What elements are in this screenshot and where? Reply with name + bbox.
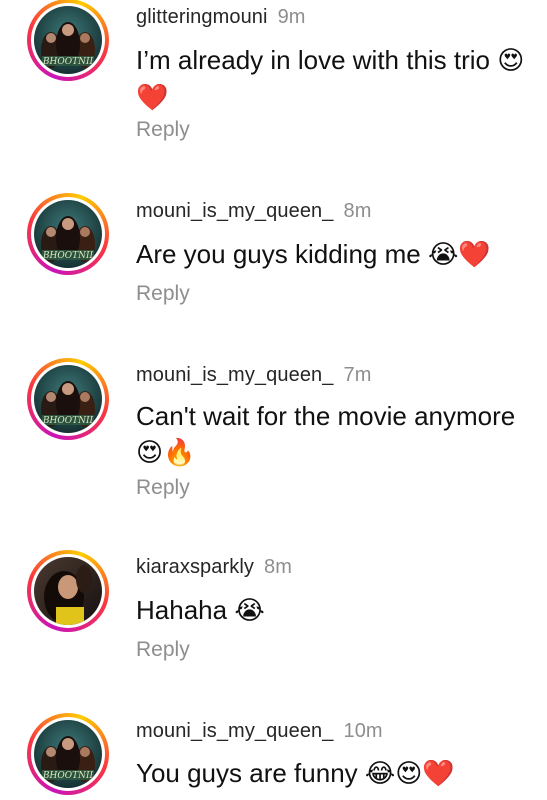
avatar-story-ring[interactable]: BHOOTNII [27, 713, 109, 795]
poster-avatar-image: BHOOTNII [34, 365, 102, 433]
reply-button[interactable]: Reply [136, 638, 190, 662]
comment-timestamp: 9m [277, 6, 306, 28]
avatar: BHOOTNII [34, 6, 102, 74]
avatar [34, 557, 102, 625]
comment-text: Are you guys kidding me 😭❤️ [136, 239, 491, 270]
comment-username[interactable]: mouni_is_my_queen_ [136, 364, 333, 386]
avatar: BHOOTNII [34, 365, 102, 433]
poster-avatar-image: BHOOTNII [34, 200, 102, 268]
avatar-story-ring[interactable]: BHOOTNII [27, 193, 109, 275]
comment-text: I’m already in love with this trio 😍 ❤️ [136, 45, 525, 113]
poster-title-text: BHOOTNII [42, 251, 94, 261]
avatar: BHOOTNII [34, 200, 102, 268]
avatar-story-ring[interactable]: BHOOTNII [27, 0, 109, 81]
reply-button[interactable]: Reply [136, 118, 190, 142]
comment-text: Hahaha 😭 [136, 595, 265, 626]
emoji-group: 😭 [234, 596, 265, 626]
poster-avatar-image: BHOOTNII [34, 720, 102, 788]
comment-text: You guys are funny 😂😍❤️ [136, 758, 455, 789]
comment-timestamp: 8m [264, 556, 292, 578]
poster-title-text: BHOOTNII [42, 771, 94, 781]
avatar-story-ring[interactable] [27, 550, 109, 632]
avatar-story-ring[interactable]: BHOOTNII [27, 358, 109, 440]
comment-timestamp: 7m [343, 364, 372, 386]
comment-username[interactable]: mouni_is_my_queen_ [136, 200, 333, 222]
poster-title-text: BHOOTNII [42, 57, 94, 67]
user-avatar-image [34, 557, 102, 625]
comment-username[interactable]: mouni_is_my_queen_ [136, 720, 333, 742]
comments-feed: BHOOTNII glitteringmouni 9m I’m already i… [0, 0, 547, 800]
reply-button[interactable]: Reply [136, 282, 190, 306]
reply-button[interactable]: Reply [136, 476, 190, 500]
comment-timestamp: 10m [343, 720, 383, 742]
poster-title-text: BHOOTNII [42, 416, 94, 426]
emoji-group: 😂😍❤️ [364, 759, 455, 789]
emoji-group: 😍🔥 [136, 438, 196, 468]
poster-avatar-image: BHOOTNII [34, 6, 102, 74]
emoji-group: 😭❤️ [427, 240, 491, 270]
avatar: BHOOTNII [34, 720, 102, 788]
comment-username[interactable]: glitteringmouni [136, 6, 268, 28]
comment-timestamp: 8m [343, 200, 372, 222]
comment-username[interactable]: kiaraxsparkly [136, 556, 254, 578]
comment-text: Can't wait for the movie anymore 😍🔥 [136, 401, 516, 468]
